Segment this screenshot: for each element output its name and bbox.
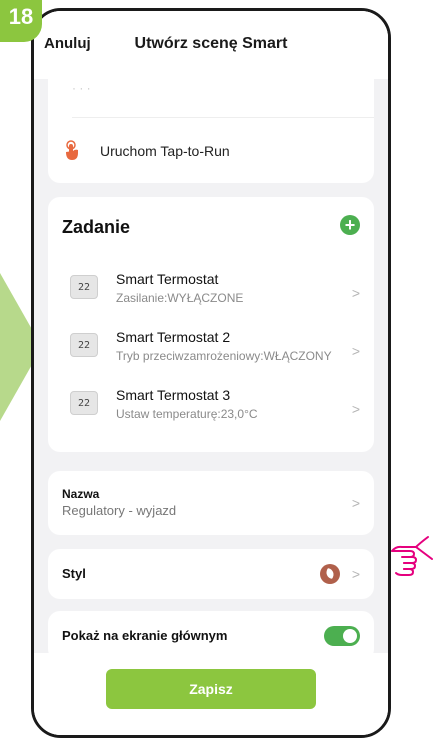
pointing-hand-icon bbox=[391, 536, 433, 576]
plus-icon: + bbox=[344, 215, 356, 235]
task-heading: Zadanie bbox=[62, 217, 131, 237]
divider bbox=[72, 117, 374, 118]
tap-to-run-row[interactable]: Uruchom Tap-to-Run bbox=[62, 133, 360, 169]
scene-name-row[interactable]: Nazwa Regulatory - wyjazd > bbox=[48, 471, 374, 535]
task-detail: Zasilanie:WYŁĄCZONE bbox=[116, 291, 244, 305]
bottom-bar: Zapisz bbox=[34, 653, 388, 735]
tap-to-run-label: Uruchom Tap-to-Run bbox=[100, 143, 230, 159]
task-device-name: Smart Termostat 3 bbox=[116, 387, 231, 403]
chevron-right-icon: > bbox=[351, 285, 360, 301]
task-device-name: Smart Termostat 2 bbox=[116, 329, 231, 345]
phone-frame: Anuluj Utwórz scenę Smart · · · Uruchom … bbox=[31, 8, 391, 738]
page-title: Utwórz scenę Smart bbox=[134, 35, 288, 52]
trigger-card: · · · Uruchom Tap-to-Run bbox=[48, 71, 374, 183]
hand-tap-icon bbox=[66, 140, 78, 160]
screen: Anuluj Utwórz scenę Smart · · · Uruchom … bbox=[34, 11, 388, 735]
task-row[interactable]: 22 Smart Termostat 3 Ustaw temperaturę:2… bbox=[48, 377, 374, 433]
task-card: Zadanie + 22 Smart Termostat Zasilanie:W… bbox=[48, 197, 374, 452]
chevron-right-icon: > bbox=[351, 343, 360, 359]
thermostat-icon: 22 bbox=[70, 275, 98, 299]
task-row[interactable]: 22 Smart Termostat Zasilanie:WYŁĄCZONE > bbox=[48, 261, 374, 317]
chevron-right-icon: > bbox=[351, 566, 360, 582]
show-on-home-toggle[interactable] bbox=[324, 626, 360, 646]
scene-name-label: Nazwa bbox=[62, 487, 100, 501]
task-device-name: Smart Termostat bbox=[116, 271, 219, 287]
faded-row-remnant: · · · bbox=[72, 81, 91, 95]
step-number-badge: 18 bbox=[0, 0, 42, 42]
chevron-right-icon: > bbox=[351, 401, 360, 417]
task-detail: Tryb przeciwzamrożeniowy:WŁĄCZONY bbox=[116, 349, 332, 363]
top-bar: Anuluj Utwórz scenę Smart bbox=[34, 11, 388, 79]
save-button[interactable]: Zapisz bbox=[106, 669, 316, 709]
show-on-home-label: Pokaż na ekranie głównym bbox=[62, 628, 228, 643]
thermostat-icon: 22 bbox=[70, 391, 98, 415]
task-row[interactable]: 22 Smart Termostat 2 Tryb przeciwzamroże… bbox=[48, 319, 374, 375]
style-row[interactable]: Styl > bbox=[48, 549, 374, 599]
task-detail: Ustaw temperaturę:23,0°C bbox=[116, 407, 258, 421]
tag-icon bbox=[320, 564, 340, 584]
style-label: Styl bbox=[62, 566, 86, 581]
chevron-right-icon: > bbox=[351, 495, 360, 511]
add-task-button[interactable]: + bbox=[340, 215, 360, 235]
scene-name-value: Regulatory - wyjazd bbox=[62, 503, 177, 518]
thermostat-icon: 22 bbox=[70, 333, 98, 357]
